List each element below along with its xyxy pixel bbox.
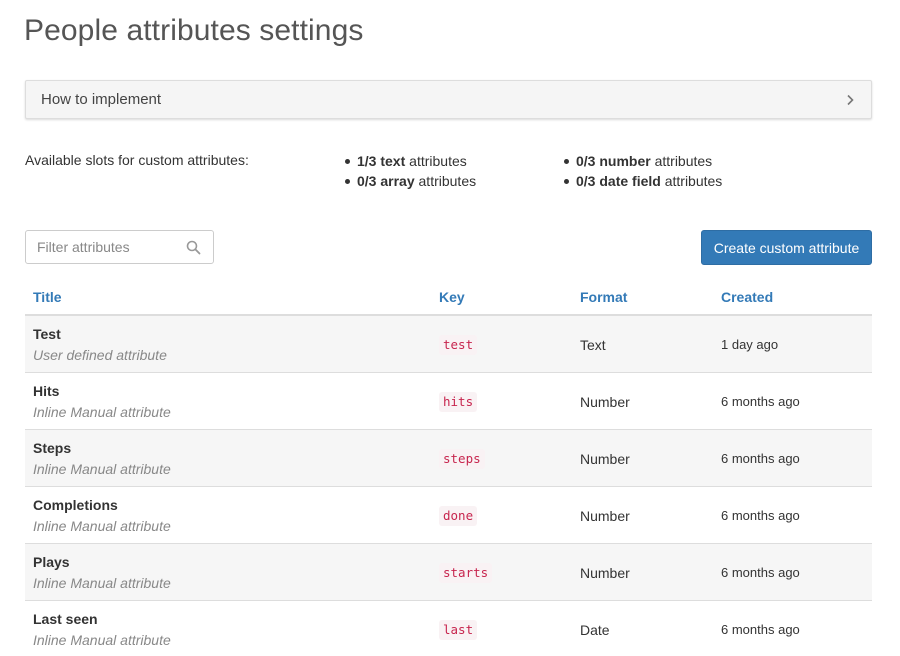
attribute-key: hits: [439, 392, 478, 412]
table-row[interactable]: Last seen Inline Manual attribute last D…: [25, 601, 872, 656]
attribute-format: Text: [580, 337, 606, 353]
table-row[interactable]: Plays Inline Manual attribute starts Num…: [25, 544, 872, 601]
slot-suffix: attributes: [414, 173, 477, 189]
slot-suffix: attributes: [650, 153, 713, 169]
attribute-key: test: [439, 335, 478, 355]
accordion-label: How to implement: [41, 91, 162, 108]
attribute-created: 1 day ago: [721, 337, 779, 352]
table-row[interactable]: Hits Inline Manual attribute hits Number…: [25, 373, 872, 430]
slot-count: 0/3: [357, 173, 377, 189]
slot-suffix: attributes: [660, 173, 723, 189]
attribute-created: 6 months ago: [721, 565, 800, 580]
table-header: Title Key Format Created: [25, 278, 872, 316]
create-custom-attribute-button[interactable]: Create custom attribute: [701, 230, 872, 265]
attribute-format: Number: [580, 451, 630, 467]
attribute-created: 6 months ago: [721, 508, 800, 523]
table-row[interactable]: Completions Inline Manual attribute done…: [25, 487, 872, 544]
slot-count: 0/3: [576, 153, 596, 169]
slots-list-right: 0/3 number attributes 0/3 date field att…: [561, 151, 722, 191]
slot-item: 1/3 text attributes: [342, 151, 476, 171]
slot-type: text: [380, 153, 406, 169]
attribute-subtitle: Inline Manual attribute: [33, 404, 171, 420]
filter-input[interactable]: [37, 239, 187, 255]
attribute-title: Hits: [33, 383, 60, 399]
attribute-title: Completions: [33, 497, 118, 513]
table-row[interactable]: Test User defined attribute test Text 1 …: [25, 316, 872, 373]
attribute-format: Date: [580, 622, 610, 638]
slot-count: 0/3: [576, 173, 596, 189]
attribute-key: starts: [439, 563, 493, 583]
search-icon[interactable]: [186, 240, 201, 255]
slot-item: 0/3 number attributes: [561, 151, 722, 171]
column-header-key[interactable]: Key: [439, 289, 465, 305]
attribute-format: Number: [580, 508, 630, 524]
attribute-subtitle: Inline Manual attribute: [33, 575, 171, 591]
chevron-right-icon[interactable]: [843, 93, 857, 107]
attributes-table: Title Key Format Created Test User defin…: [25, 278, 872, 656]
table-body: Test User defined attribute test Text 1 …: [25, 316, 872, 656]
how-to-implement-accordion[interactable]: How to implement: [25, 80, 872, 119]
table-row[interactable]: Steps Inline Manual attribute steps Numb…: [25, 430, 872, 487]
filter-field[interactable]: [25, 230, 214, 264]
slot-type: date field: [599, 173, 661, 189]
column-header-title[interactable]: Title: [33, 289, 62, 305]
slots-label: Available slots for custom attributes:: [25, 152, 249, 168]
attribute-created: 6 months ago: [721, 622, 800, 637]
attribute-subtitle: Inline Manual attribute: [33, 632, 171, 648]
slot-item: 0/3 date field attributes: [561, 171, 722, 191]
attribute-title: Last seen: [33, 611, 98, 627]
slots-list-left: 1/3 text attributes 0/3 array attributes: [342, 151, 476, 191]
attribute-subtitle: Inline Manual attribute: [33, 461, 171, 477]
attribute-subtitle: User defined attribute: [33, 347, 167, 363]
slot-type: number: [599, 153, 651, 169]
attribute-title: Plays: [33, 554, 70, 570]
slot-item: 0/3 array attributes: [342, 171, 476, 191]
attribute-format: Number: [580, 565, 630, 581]
slot-count: 1/3: [357, 153, 377, 169]
attribute-title: Test: [33, 326, 61, 342]
column-header-format[interactable]: Format: [580, 289, 627, 305]
attribute-subtitle: Inline Manual attribute: [33, 518, 171, 534]
attribute-format: Number: [580, 394, 630, 410]
attribute-created: 6 months ago: [721, 394, 800, 409]
slot-type: array: [380, 173, 415, 189]
column-header-created[interactable]: Created: [721, 289, 773, 305]
page-title: People attributes settings: [24, 14, 364, 47]
attribute-created: 6 months ago: [721, 451, 800, 466]
attribute-title: Steps: [33, 440, 72, 456]
attribute-key: done: [439, 506, 478, 526]
attribute-key: steps: [439, 449, 485, 469]
slot-suffix: attributes: [405, 153, 467, 169]
attribute-key: last: [439, 620, 478, 640]
